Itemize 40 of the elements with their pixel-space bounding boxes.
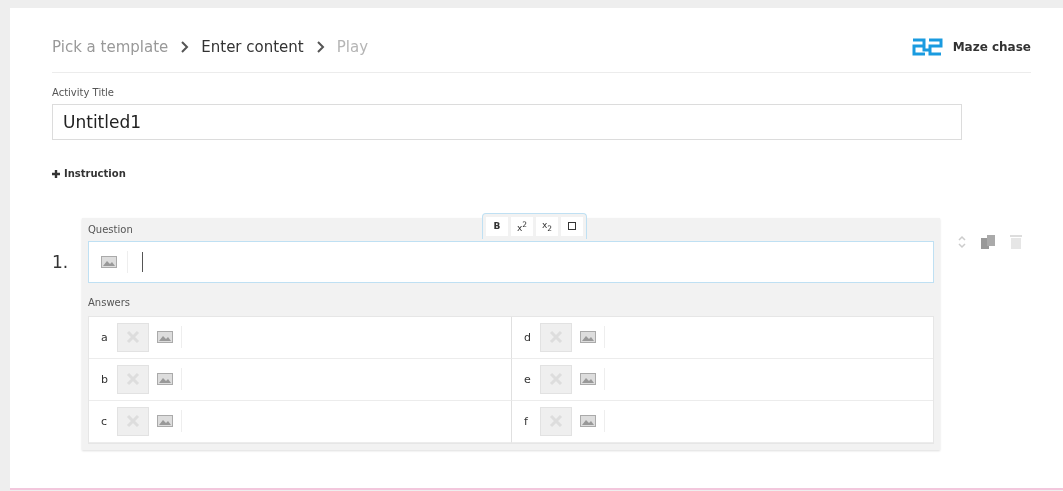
image-icon[interactable]	[157, 373, 173, 385]
correct-toggle[interactable]	[540, 364, 572, 394]
copy-icon[interactable]	[980, 233, 996, 250]
question-label: Question	[88, 223, 133, 235]
format-button[interactable]: B	[486, 216, 508, 236]
correct-toggle[interactable]	[117, 364, 149, 394]
square-icon	[568, 222, 576, 230]
answer-letter: d	[524, 330, 532, 344]
correct-toggle[interactable]	[540, 406, 572, 436]
image-icon[interactable]	[157, 415, 173, 427]
answer-letter: f	[524, 414, 529, 428]
template-name: Maze chase	[952, 40, 1031, 54]
breadcrumb-step[interactable]: Enter content	[201, 38, 304, 56]
answer-letter: c	[101, 414, 109, 428]
field-label: Activity Title	[52, 87, 114, 98]
image-icon[interactable]	[157, 331, 173, 343]
image-icon[interactable]	[101, 255, 117, 268]
correct-toggle[interactable]	[117, 406, 149, 436]
maze-icon	[910, 37, 943, 57]
image-icon[interactable]	[580, 373, 596, 385]
plus-icon	[52, 169, 60, 178]
question-field[interactable]	[88, 240, 934, 283]
answer-letter: a	[101, 330, 109, 344]
title-field[interactable]: Untitled1	[52, 104, 962, 140]
correct-toggle[interactable]	[117, 322, 149, 352]
instruction-link[interactable]: Instruction	[52, 168, 126, 179]
question-number: 1.	[52, 251, 70, 272]
answers-label: Answers	[88, 296, 131, 308]
image-icon[interactable]	[580, 331, 596, 343]
correct-toggle[interactable]	[540, 322, 572, 352]
image-icon[interactable]	[580, 415, 596, 427]
format-button[interactable]: x$^{2}$	[511, 216, 533, 236]
format-button[interactable]: x$_{2}$	[536, 216, 558, 236]
symbol-button[interactable]	[561, 216, 583, 236]
trash-icon[interactable]	[1010, 234, 1022, 249]
reorder-icon[interactable]	[958, 234, 966, 249]
answer-letter: e	[524, 372, 532, 386]
chevron-right-icon	[180, 41, 190, 53]
answer-letter: b	[101, 372, 109, 386]
chevron-right-icon	[315, 41, 325, 53]
